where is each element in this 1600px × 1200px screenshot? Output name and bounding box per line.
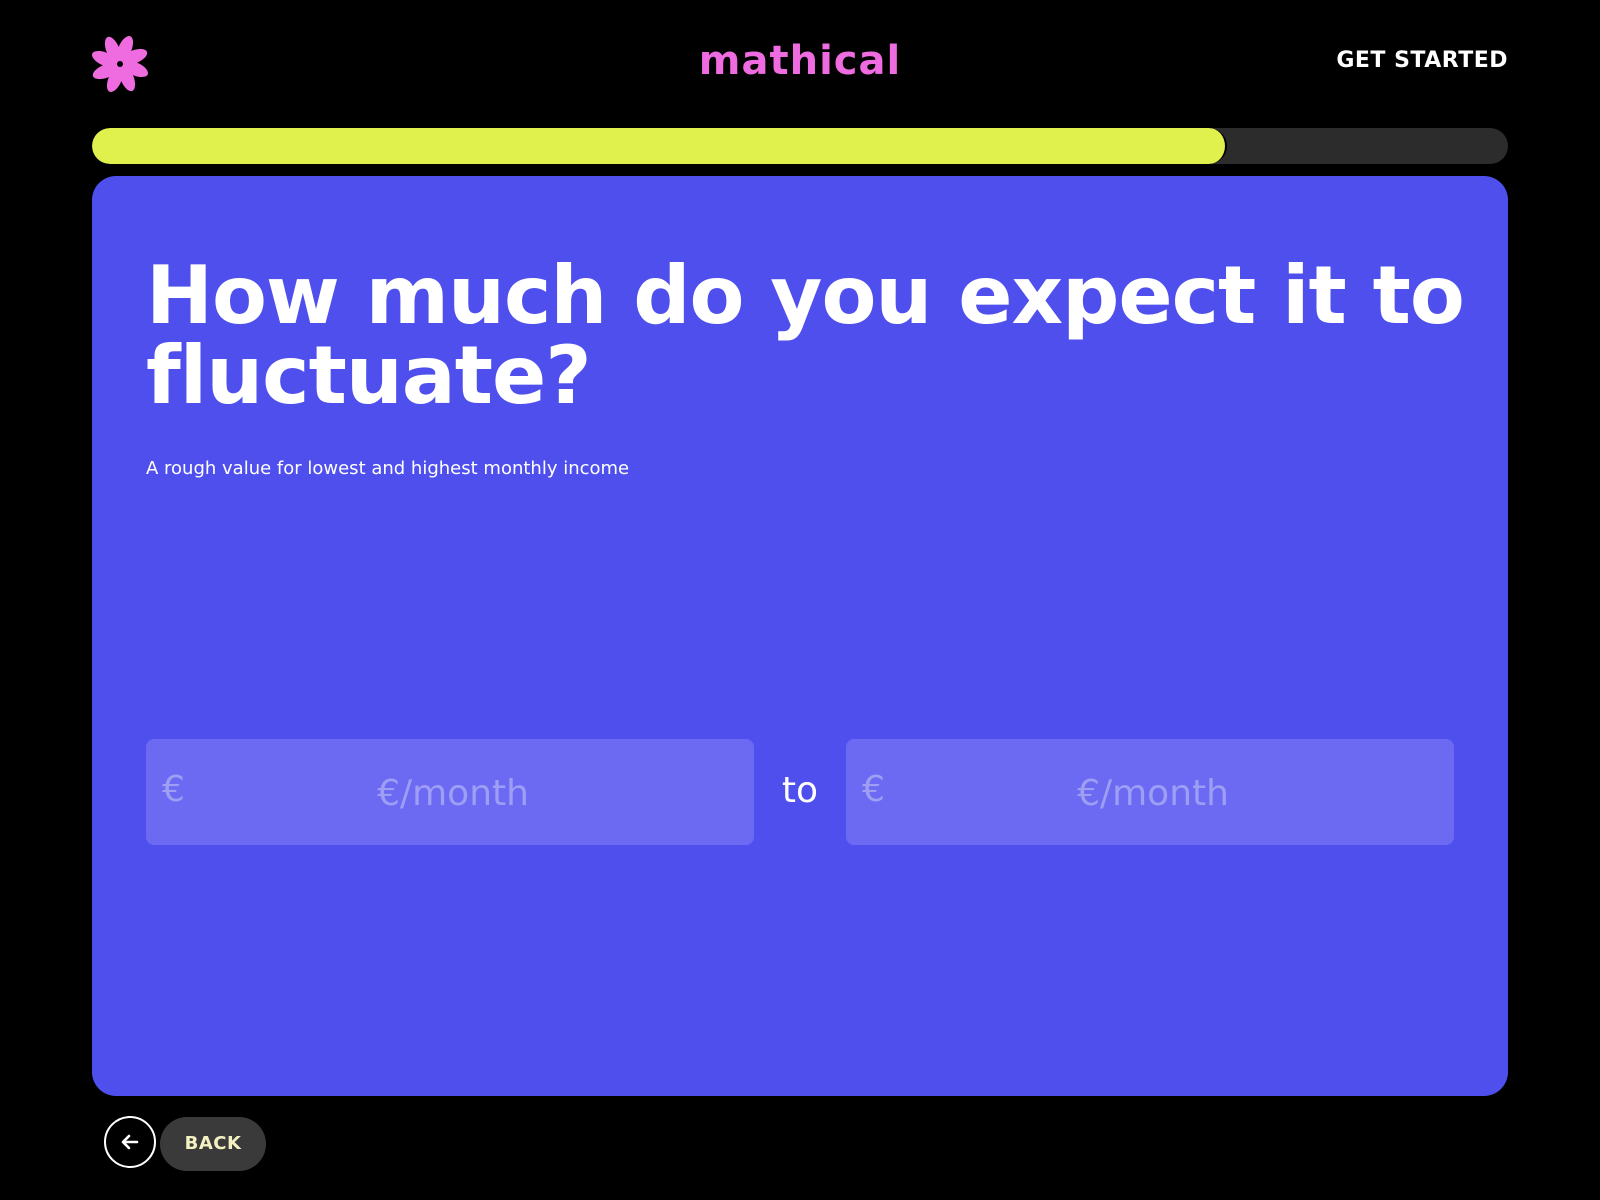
lowest-income-input[interactable] [216,739,690,847]
get-started-link[interactable]: GET STARTED [1336,48,1508,73]
lowest-income-field: € [146,739,754,847]
progress-bar [92,128,1508,164]
question-title: How much do you expect it to fluctuate? [146,249,1465,422]
lowest-income-currency-symbol: € [162,769,185,810]
question-subtitle: A rough value for lowest and highest mon… [146,458,630,479]
back-button[interactable]: BACK [160,1117,266,1171]
arrow-left-icon [121,1134,139,1150]
range-separator: to [781,770,819,811]
progress-bar-fill [92,128,1227,164]
highest-income-field: € [846,739,1454,847]
highest-income-input[interactable] [916,739,1390,847]
question-card: How much do you expect it to fluctuate? … [92,176,1508,1096]
back-arrow-button[interactable] [104,1116,156,1168]
highest-income-currency-symbol: € [862,769,885,810]
